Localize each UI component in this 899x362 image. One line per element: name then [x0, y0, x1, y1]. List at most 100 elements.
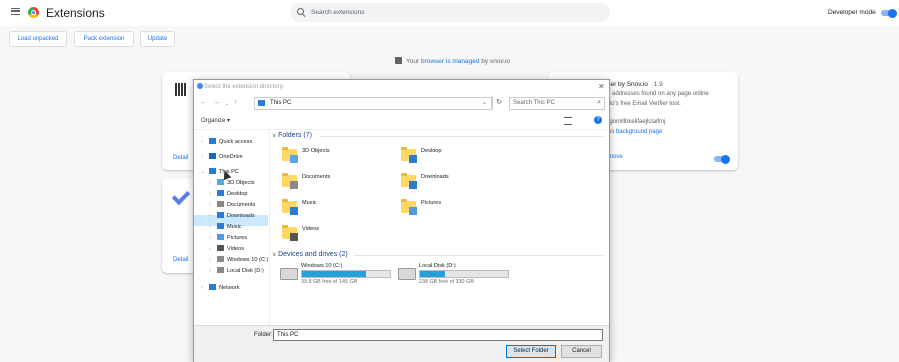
- help-icon[interactable]: ?: [594, 116, 602, 124]
- chevron-right-icon[interactable]: ›: [209, 246, 217, 252]
- details-button[interactable]: Detail: [173, 257, 188, 263]
- drive-usage-bar: [301, 270, 391, 278]
- chevron-right-icon[interactable]: ›: [209, 191, 217, 197]
- cube-icon: [290, 155, 298, 163]
- chevron-right-icon[interactable]: ›: [201, 139, 209, 145]
- nav-item-label: Desktop: [227, 191, 248, 197]
- video-icon: [290, 233, 298, 241]
- folder-label: Desktop: [421, 148, 442, 154]
- folder-icon: [282, 199, 298, 215]
- view-options-icon[interactable]: [564, 117, 572, 125]
- chevron-right-icon[interactable]: ›: [209, 180, 217, 186]
- qr-icon: [175, 83, 187, 96]
- search-placeholder: Search extensions: [311, 9, 365, 16]
- address-bar[interactable]: This PC ⌄: [254, 97, 492, 110]
- drive-usage-bar: [419, 270, 509, 278]
- nav-item-label: Music: [227, 224, 242, 230]
- drives-section-header[interactable]: ∨ Devices and drives (2): [272, 251, 348, 258]
- nav-item[interactable]: › 3D Objects: [209, 179, 255, 186]
- close-icon[interactable]: ✕: [598, 82, 605, 91]
- folder-label: Documents: [302, 174, 331, 180]
- chevron-right-icon[interactable]: ›: [209, 202, 217, 208]
- nav-item[interactable]: › Downloads: [209, 212, 255, 219]
- cancel-button[interactable]: Cancel: [561, 345, 602, 358]
- developer-mode-toggle[interactable]: [881, 8, 897, 18]
- building-icon: [395, 57, 402, 64]
- chevron-right-icon[interactable]: ›: [201, 285, 209, 291]
- nav-item[interactable]: › Videos: [209, 245, 244, 252]
- nav-item[interactable]: › Windows 10 (C:): [209, 256, 268, 263]
- pc-icon: [258, 100, 265, 106]
- folders-section-header[interactable]: ∨ Folders (7): [272, 132, 312, 139]
- back-arrow-icon[interactable]: ←: [200, 99, 207, 106]
- chevron-down-icon[interactable]: ⌄: [201, 169, 209, 175]
- nav-item-label: Pictures: [227, 235, 248, 241]
- up-arrow-icon[interactable]: ↑: [234, 99, 238, 106]
- nav-item[interactable]: › Documents: [209, 201, 255, 208]
- cloud-icon: [209, 153, 216, 159]
- extension-enable-toggle[interactable]: [714, 154, 730, 164]
- nav-item[interactable]: › Quick access: [201, 138, 252, 145]
- drive-icon: [280, 268, 298, 280]
- folder-icon: [282, 147, 298, 163]
- menu-icon[interactable]: [11, 8, 20, 15]
- recent-dropdown-icon[interactable]: ⌄: [225, 101, 229, 107]
- background-page-link[interactable]: background page: [616, 129, 662, 135]
- drive-usage-fill: [420, 271, 445, 277]
- address-text: This PC: [270, 100, 292, 106]
- nav-item[interactable]: › Local Disk (D:): [209, 267, 264, 274]
- nav-item-label: 3D Objects: [227, 180, 255, 186]
- checkmark-icon: [171, 186, 191, 206]
- folder-icon: [401, 173, 417, 189]
- folder-label: Folder:: [254, 332, 273, 338]
- dialog-title: Select the extension directory.: [204, 84, 284, 90]
- music-icon: [217, 223, 224, 229]
- picture-icon: [409, 207, 417, 215]
- document-icon: [217, 201, 224, 207]
- chevron-down-icon[interactable]: ⌄: [482, 99, 487, 106]
- chevron-right-icon[interactable]: ›: [201, 154, 209, 160]
- organize-menu[interactable]: Organize ▾: [201, 117, 230, 124]
- nav-item-label: Quick access: [219, 139, 253, 145]
- dialog-search-placeholder: Search This PC: [513, 100, 555, 106]
- search-icon: [297, 8, 304, 15]
- chevron-right-icon[interactable]: ›: [209, 224, 217, 230]
- nav-item-label: Network: [219, 285, 240, 291]
- chevron-right-icon[interactable]: ›: [209, 268, 217, 274]
- chevron-right-icon[interactable]: ›: [209, 213, 217, 219]
- folder-icon: [401, 147, 417, 163]
- managed-notice: Your browser is managed by snov.io: [395, 57, 510, 65]
- refresh-icon[interactable]: ↻: [492, 96, 505, 109]
- desktop-icon: [409, 155, 417, 163]
- pack-extension-button[interactable]: Pack extension: [74, 31, 134, 47]
- managed-link[interactable]: browser is managed: [421, 58, 480, 65]
- chevron-right-icon[interactable]: ›: [209, 257, 217, 263]
- details-button[interactable]: Detail: [173, 155, 188, 161]
- chevron-right-icon[interactable]: ›: [209, 235, 217, 241]
- folder-label: Pictures: [421, 200, 442, 206]
- managed-suffix: by snov.io: [481, 58, 511, 65]
- nav-item-label: Downloads: [227, 213, 255, 219]
- load-unpacked-button[interactable]: Load unpacked: [9, 31, 67, 47]
- drive-label: Windows 10 (C:): [301, 263, 343, 269]
- nav-item[interactable]: › Music: [209, 223, 242, 230]
- folder-icon: [282, 225, 298, 241]
- nav-item[interactable]: › Desktop: [209, 190, 248, 197]
- forward-arrow-icon[interactable]: →: [213, 99, 220, 106]
- nav-item[interactable]: › Pictures: [209, 234, 247, 241]
- nav-item[interactable]: › Network: [201, 284, 240, 291]
- nav-item[interactable]: › OneDrive: [201, 153, 243, 160]
- drive-icon: [217, 267, 224, 273]
- page-title: Extensions: [46, 6, 105, 20]
- dialog-search-input[interactable]: Search This PC ⌕: [509, 97, 605, 110]
- chrome-small-icon: [197, 83, 203, 89]
- remove-button[interactable]: move: [608, 154, 623, 160]
- folder-input[interactable]: This PC: [273, 329, 603, 341]
- developer-mode-label: Developer mode: [828, 9, 876, 16]
- update-button[interactable]: Update: [140, 31, 175, 47]
- search-input[interactable]: Search extensions: [290, 3, 610, 22]
- command-bar: [194, 114, 609, 130]
- extension-version: 1.9: [653, 81, 663, 88]
- select-folder-button[interactable]: Select Folder: [506, 345, 556, 358]
- network-icon: [209, 284, 216, 290]
